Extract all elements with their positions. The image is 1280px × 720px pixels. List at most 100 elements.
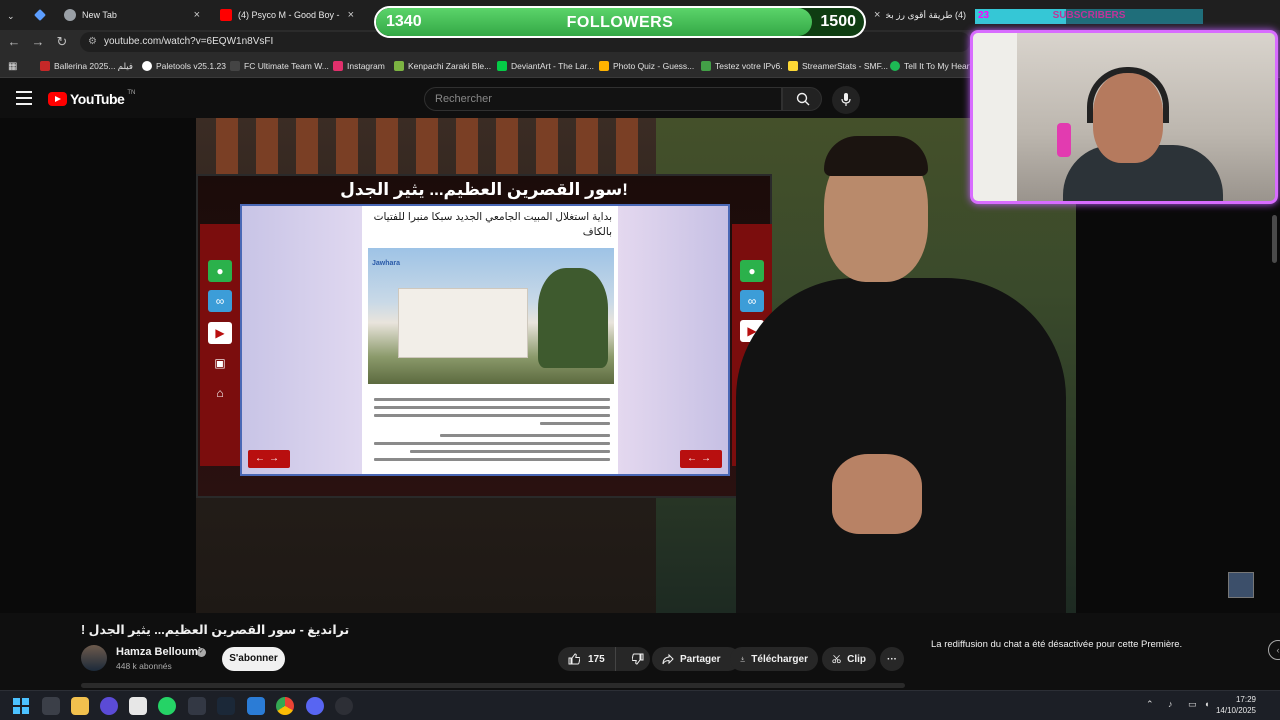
location-pin-icon: ● [740, 260, 764, 282]
dislike-button[interactable] [622, 647, 654, 671]
close-icon[interactable]: × [874, 9, 880, 21]
download-icon [740, 656, 745, 662]
bookmark-favicon-icon [788, 61, 798, 71]
followers-label: FOLLOWERS [566, 14, 674, 31]
steam-icon[interactable] [217, 697, 235, 715]
tv-screen: سور القصرين العظيم... يثير الجدل! ● ∞ ▶ … [196, 174, 772, 498]
background-slat [296, 118, 318, 178]
instagram-icon [333, 61, 343, 71]
tab-new-tab[interactable]: New Tab × [56, 4, 208, 26]
close-icon[interactable]: × [348, 9, 354, 21]
app-icon[interactable] [100, 697, 118, 715]
youtube-logo[interactable]: YouTube TN [48, 90, 135, 107]
article-text-line [440, 434, 610, 437]
tab-label: New Tab [82, 10, 117, 20]
tv-side-panel-left: ● ∞ ▶ ▣ ⌂ [200, 224, 240, 466]
arrows-icon: ←→ [248, 450, 290, 468]
chevron-left-icon[interactable]: ‹ [1268, 640, 1280, 660]
video-frame[interactable]: سور القصرين العظيم... يثير الجدل! ● ∞ ▶ … [196, 118, 1076, 613]
bookmark-item[interactable]: Ballerina 2025... فيلم [40, 59, 133, 73]
share-button[interactable]: Partager [652, 647, 740, 671]
article-photo: Jawhara [368, 248, 614, 384]
volume-icon[interactable]: ◖ [1204, 699, 1209, 709]
horizontal-scrollbar[interactable] [81, 683, 905, 688]
clip-button[interactable]: Clip [822, 647, 876, 671]
bookmark-item[interactable]: Tell It To My Heart [890, 59, 972, 73]
search-input[interactable]: Rechercher [424, 87, 782, 111]
windows-start-icon[interactable] [12, 697, 30, 715]
article-text-line [374, 442, 610, 445]
task-view-icon[interactable] [42, 697, 60, 715]
taskbar-clock[interactable]: 17:29 14/10/2025 [1216, 694, 1256, 716]
spotify-icon [890, 61, 900, 71]
site-info-icon[interactable]: ⚙ [88, 32, 97, 52]
bookmark-item[interactable]: StreamerStats - SMF... [788, 59, 888, 73]
bookmark-item[interactable]: Photo Quiz - Guess... [599, 59, 694, 73]
forward-arrow-icon[interactable]: → [30, 34, 46, 50]
chevron-down-icon: ⌄ [7, 10, 15, 21]
like-count: 175 [588, 653, 605, 665]
checkmark-icon [701, 61, 711, 71]
scissors-icon [832, 654, 841, 664]
bookmark-item[interactable]: DeviantArt - The Lar... [497, 59, 594, 73]
close-icon[interactable]: × [194, 9, 200, 21]
bookmark-item[interactable]: Instagram [333, 59, 385, 73]
page-scrollbar[interactable] [1272, 215, 1277, 263]
download-button[interactable]: Télécharger [730, 647, 818, 671]
chrome-icon[interactable] [276, 697, 294, 715]
webcam-background-wall [973, 33, 1017, 201]
bookmark-item[interactable]: Paletools v25.1.23 [142, 59, 226, 73]
app-icon[interactable] [129, 697, 147, 715]
article-text-line [374, 414, 610, 417]
avatar[interactable] [81, 645, 107, 671]
bookmark-item[interactable]: Testez votre IPv6. [701, 59, 783, 73]
microphone-icon[interactable]: ♪ [1168, 699, 1173, 709]
thumbs-up-icon [568, 653, 580, 665]
network-icon[interactable]: ▭ [1188, 699, 1197, 710]
article-panel: بداية استغلال المبيت الجامعي الجديد سبكا… [240, 204, 730, 476]
url-text: youtube.com/watch?v=6EQW1n8VsFI [104, 36, 274, 47]
bookmark-item[interactable]: Kenpachi Zaraki Ble... [394, 59, 491, 73]
more-actions-button[interactable]: ··· [880, 647, 904, 671]
subscribe-button[interactable]: S'abonner [222, 647, 285, 671]
tab-pinned[interactable] [30, 4, 50, 26]
article-body: بداية استغلال المبيت الجامعي الجديد سبكا… [362, 206, 618, 474]
tab-youtube-psyco[interactable]: (4) Psyco M - Good Boy - You × [212, 4, 362, 26]
bookmark-item[interactable]: FC Ultimate Team W... [230, 59, 329, 73]
app-icon[interactable] [247, 697, 265, 715]
share-label: Partager [680, 653, 721, 665]
like-button[interactable]: 175 [558, 647, 616, 671]
app-icon[interactable] [335, 697, 353, 715]
file-explorer-icon[interactable] [71, 697, 89, 715]
presenter-body [736, 278, 1066, 613]
search-button[interactable] [782, 87, 822, 111]
subscribers-goal-bar: 23 SUBSCRIBERS [975, 9, 1203, 24]
followers-goal-bar: 1340 FOLLOWERS 1500 [374, 6, 866, 38]
chevron-up-icon[interactable]: ⌃ [1146, 699, 1154, 710]
tab-label: (4) Psyco M - Good Boy - You [238, 10, 342, 20]
discord-icon[interactable] [306, 697, 324, 715]
reload-icon[interactable]: ↻ [54, 34, 70, 50]
voice-search-button[interactable] [832, 86, 860, 114]
home-icon: ⌂ [216, 386, 224, 400]
background-slat [416, 118, 438, 178]
thumbs-down-icon [631, 653, 644, 665]
tab-search-button[interactable]: ⌄ [4, 5, 24, 27]
back-arrow-icon[interactable]: ← [6, 34, 22, 50]
download-label: Télécharger [751, 653, 808, 665]
presenter-hands [832, 454, 922, 534]
deviantart-icon [497, 61, 507, 71]
building-shape [398, 288, 528, 358]
apps-grid-icon[interactable]: ▦ [8, 59, 17, 73]
tab-youtube-recipe[interactable]: (4) طريقة أقوى رز بخاري في × [866, 4, 974, 26]
channel-name[interactable]: Hamza Belloumi [116, 646, 201, 658]
whatsapp-icon[interactable] [158, 697, 176, 715]
channel-watermark[interactable] [1228, 572, 1254, 598]
presenter-hair [824, 136, 928, 176]
app-icon[interactable] [188, 697, 206, 715]
location-pin-icon: ● [208, 260, 232, 282]
chrome-icon [64, 9, 76, 21]
hamburger-menu-icon[interactable] [16, 91, 32, 105]
clock-date: 14/10/2025 [1215, 706, 1256, 715]
youtube-icon [220, 9, 232, 21]
